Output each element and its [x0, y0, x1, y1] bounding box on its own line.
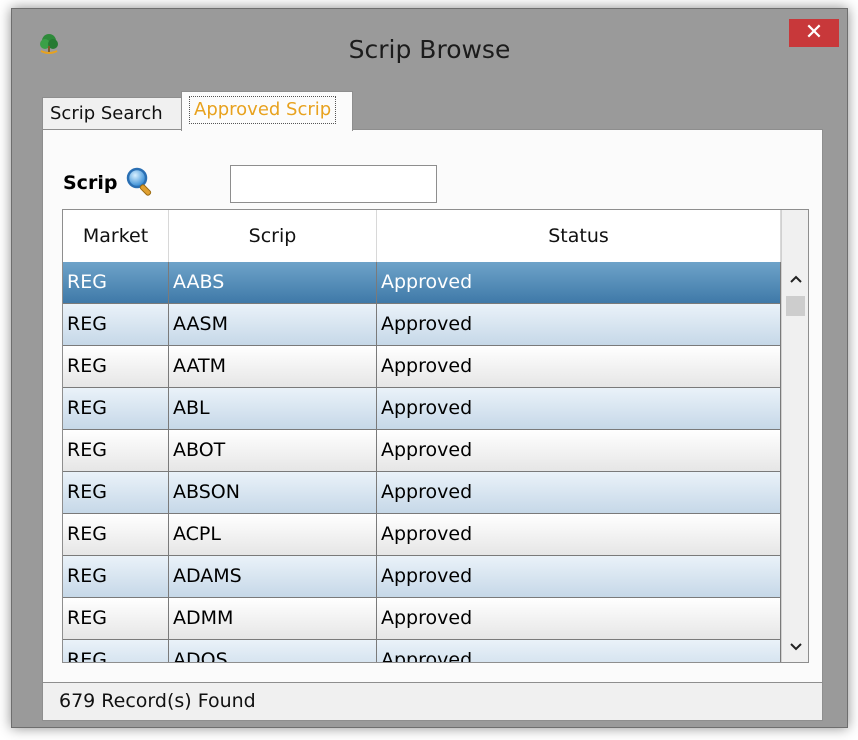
cell-status: Approved — [377, 472, 781, 513]
window-title: Scrip Browse — [348, 35, 511, 64]
scrip-browse-window: Scrip Browse ✕ Scrip Search Approved Scr… — [11, 8, 848, 728]
table-row[interactable]: REG ACPL Approved — [63, 514, 781, 556]
cell-market: REG — [63, 304, 169, 345]
cell-scrip: ACPL — [169, 514, 377, 555]
cell-market: REG — [63, 598, 169, 639]
tab-approved-scrip[interactable]: Approved Scrip — [181, 91, 353, 131]
tab-scrip-search[interactable]: Scrip Search — [42, 97, 183, 129]
vertical-scrollbar[interactable] — [781, 210, 808, 662]
cell-scrip: ADAMS — [169, 556, 377, 597]
table-row[interactable]: REG AASM Approved — [63, 304, 781, 346]
close-button[interactable]: ✕ — [789, 19, 839, 47]
table-row[interactable]: REG ABOT Approved — [63, 430, 781, 472]
cell-scrip: AASM — [169, 304, 377, 345]
table-row[interactable]: REG ADAMS Approved — [63, 556, 781, 598]
table-row[interactable]: REG ADMM Approved — [63, 598, 781, 640]
tab-approved-scrip-label: Approved Scrip — [189, 96, 337, 124]
cell-market: REG — [63, 472, 169, 513]
table-row[interactable]: REG ABSON Approved — [63, 472, 781, 514]
cell-status: Approved — [377, 514, 781, 555]
cell-market: REG — [63, 514, 169, 555]
cell-market: REG — [63, 556, 169, 597]
scrollbar-thumb[interactable] — [786, 296, 805, 316]
column-header-market[interactable]: Market — [63, 210, 169, 262]
cell-scrip: ABL — [169, 388, 377, 429]
cell-status: Approved — [377, 346, 781, 387]
cell-scrip: ABSON — [169, 472, 377, 513]
cell-status: Approved — [377, 556, 781, 597]
table-row[interactable]: REG AABS Approved — [63, 262, 781, 304]
cell-scrip: AATM — [169, 346, 377, 387]
scrip-search-input[interactable] — [230, 165, 437, 203]
cell-market: REG — [63, 388, 169, 429]
chevron-down-icon — [789, 643, 802, 651]
scrip-label: Scrip — [63, 172, 118, 194]
chevron-up-icon — [789, 275, 802, 283]
column-header-status[interactable]: Status — [377, 210, 781, 262]
cell-market: REG — [63, 346, 169, 387]
column-header-scrip[interactable]: Scrip — [169, 210, 377, 262]
cell-scrip: AABS — [169, 262, 377, 303]
cell-status: Approved — [377, 388, 781, 429]
title-bar[interactable]: Scrip Browse ✕ — [12, 9, 847, 87]
scroll-down-arrow[interactable] — [782, 636, 808, 658]
cell-status: Approved — [377, 640, 781, 662]
cell-status: Approved — [377, 304, 781, 345]
cell-scrip: ADOS — [169, 640, 377, 662]
record-count: 679 Record(s) Found — [59, 690, 256, 712]
search-icon[interactable] — [125, 166, 157, 198]
cell-market: REG — [63, 430, 169, 471]
table-row[interactable]: REG ABL Approved — [63, 388, 781, 430]
status-bar: 679 Record(s) Found — [42, 683, 823, 721]
cell-scrip: ABOT — [169, 430, 377, 471]
approved-scrip-panel: Scrip Market Scrip Status REG AABS Approve… — [42, 129, 823, 683]
cell-status: Approved — [377, 262, 781, 303]
scroll-up-arrow[interactable] — [782, 268, 808, 290]
cell-market: REG — [63, 262, 169, 303]
scrip-table: Market Scrip Status REG AABS Approved REG AA… — [62, 209, 809, 663]
cell-status: Approved — [377, 430, 781, 471]
table-header: Market Scrip Status — [63, 210, 781, 262]
table-row[interactable]: REG AATM Approved — [63, 346, 781, 388]
cell-market: REG — [63, 640, 169, 662]
cell-status: Approved — [377, 598, 781, 639]
table-row[interactable]: REG ADOS Approved — [63, 640, 781, 662]
cell-scrip: ADMM — [169, 598, 377, 639]
